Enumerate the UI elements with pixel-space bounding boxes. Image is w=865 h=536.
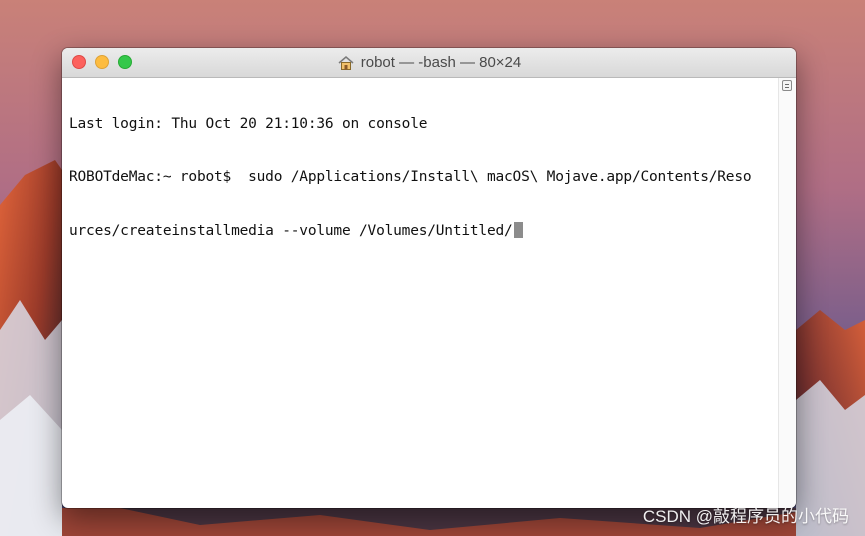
terminal-line: urces/createinstallmedia --volume /Volum… xyxy=(69,221,771,240)
terminal-line: Last login: Thu Oct 20 21:10:36 on conso… xyxy=(69,116,428,133)
home-icon xyxy=(338,55,354,70)
window-title: robot — -bash — 80×24 xyxy=(360,54,522,71)
terminal-output[interactable]: Last login: Thu Oct 20 21:10:36 on conso… xyxy=(62,78,778,508)
terminal-window: robot — -bash — 80×24 Last login: Thu Oc… xyxy=(62,48,796,508)
terminal-line: ROBOTdeMac:~ robot$ sudo /Applications/I… xyxy=(69,168,752,185)
terminal-line-text: urces/createinstallmedia --volume /Volum… xyxy=(69,222,513,239)
scrollbar[interactable] xyxy=(778,78,796,508)
text-cursor xyxy=(513,221,523,238)
window-title-container: robot — -bash — 80×24 xyxy=(62,48,796,77)
split-view-grip-icon[interactable] xyxy=(782,80,792,91)
title-bar[interactable]: robot — -bash — 80×24 xyxy=(62,48,796,78)
watermark: CSDN @敲程序员的小代码 xyxy=(642,507,849,526)
